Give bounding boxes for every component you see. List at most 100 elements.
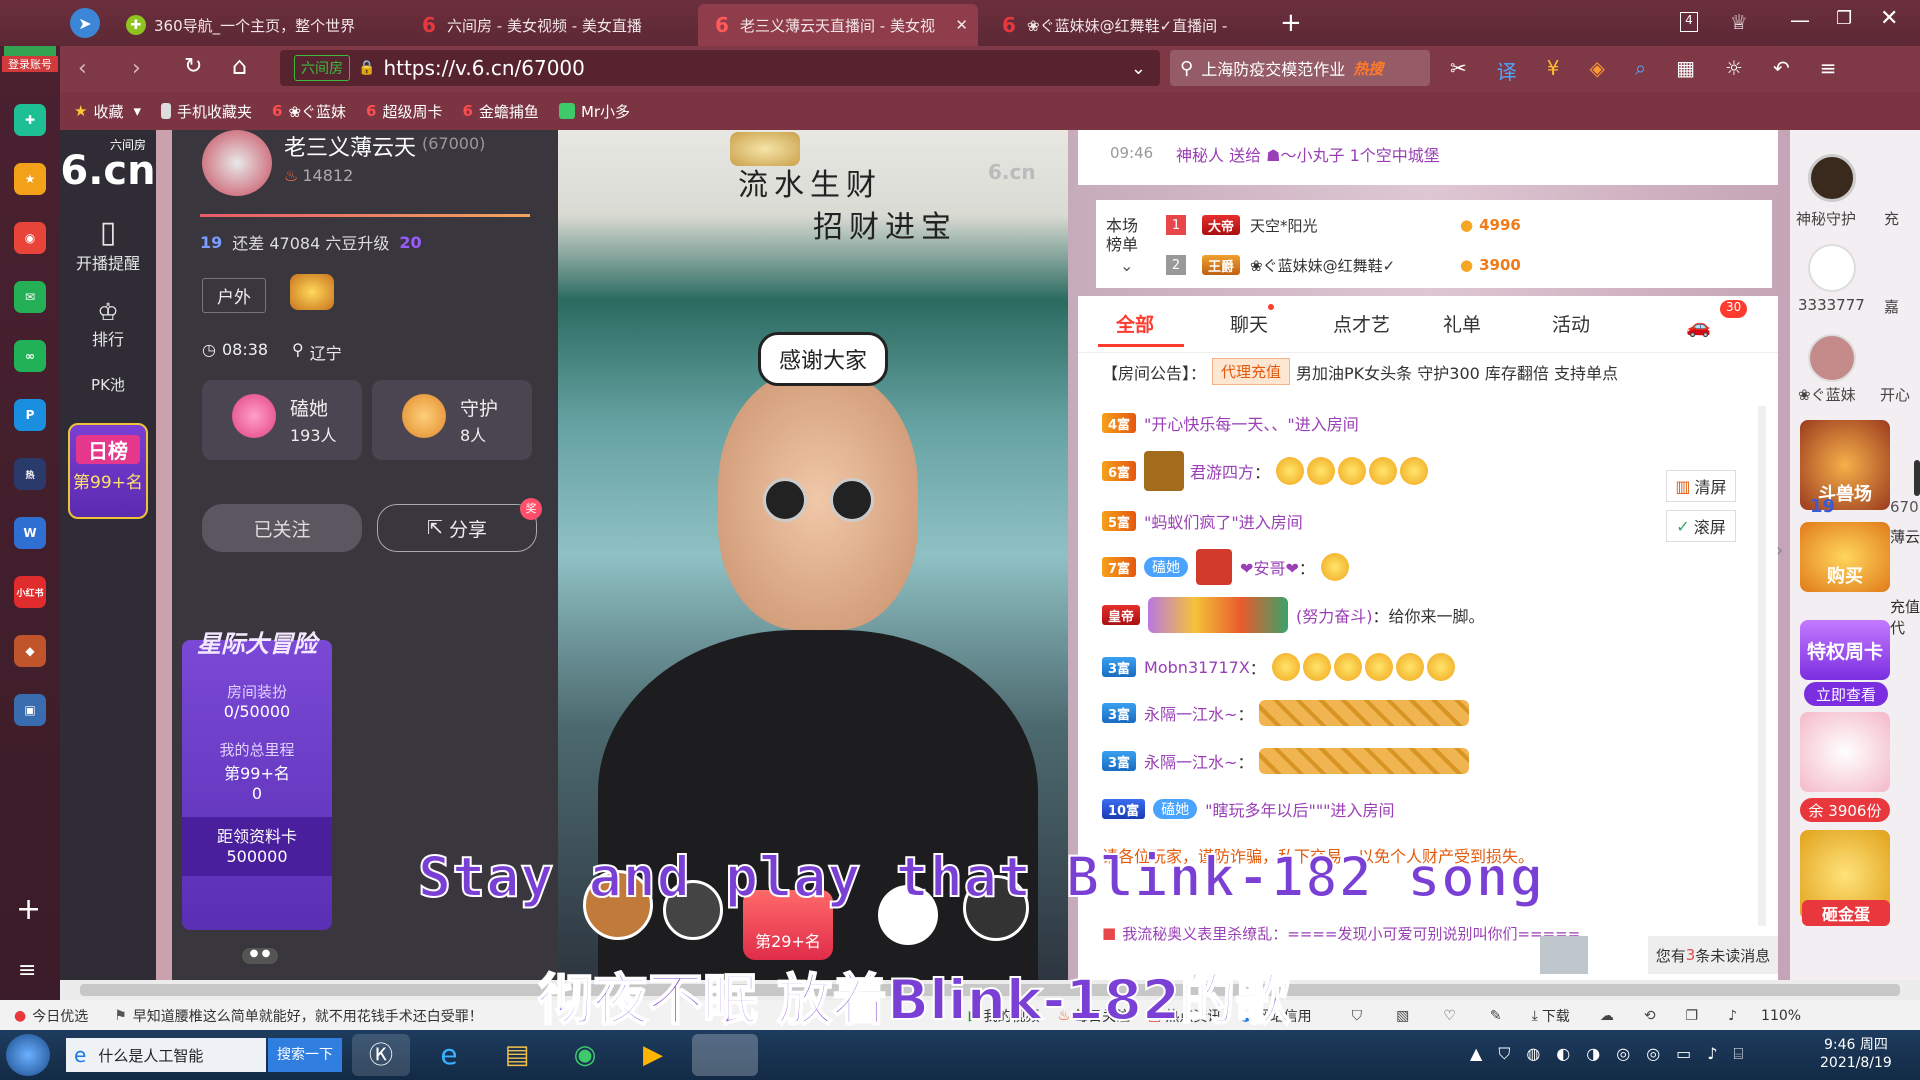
side-scrollbar[interactable] xyxy=(1914,460,1920,496)
tab-gifts[interactable]: 礼单 xyxy=(1443,310,1481,337)
status-news[interactable]: 早知道腰椎这么简单就能好，就不用花钱手术还白受罪！ xyxy=(133,1006,483,1026)
minimize-icon[interactable]: — xyxy=(1790,8,1810,32)
chevron-down-icon[interactable]: ⌄ xyxy=(1120,256,1133,275)
chain-icon[interactable]: ∞ xyxy=(14,340,46,372)
status-today[interactable]: 今日优选 xyxy=(32,1006,88,1026)
chat-user[interactable]: (努力奋斗) xyxy=(1296,603,1373,627)
game-icon[interactable]: ◆ xyxy=(14,635,46,667)
tray-app-icon[interactable]: ◑ xyxy=(1586,1044,1600,1064)
tag-outdoor[interactable]: 户外 xyxy=(202,278,266,313)
magnifier-icon[interactable]: ⌕ xyxy=(1635,56,1646,85)
avatar[interactable] xyxy=(202,130,272,196)
chat-user[interactable]: 君游四方 xyxy=(1190,459,1254,483)
start-button[interactable] xyxy=(6,1034,50,1076)
chat-user[interactable]: 永隔一江水~ xyxy=(1144,749,1237,773)
tray-network-icon[interactable]: ⌸ xyxy=(1734,1044,1744,1064)
shield-icon[interactable]: ⛉ xyxy=(1352,1008,1363,1024)
bookmark-mrxiaoduo[interactable]: Mr小多 xyxy=(558,101,630,122)
bookmark-weekcard[interactable]: 6 超级周卡 xyxy=(366,101,442,122)
grid-icon[interactable]: ▦ xyxy=(1676,56,1695,85)
scroll-button[interactable]: ✓ 滚屏 xyxy=(1666,510,1736,542)
tab-lanmei[interactable]: 6 ❀ぐ蓝妹妹@红舞鞋✓直播间 - xyxy=(985,4,1255,46)
collapse-icon[interactable]: › xyxy=(1776,540,1783,561)
news-icon[interactable]: 热 xyxy=(14,458,46,490)
new-tab-icon[interactable]: + xyxy=(1280,8,1302,38)
app-icon-1[interactable]: ✚ xyxy=(14,104,46,136)
word-icon[interactable]: W xyxy=(14,517,46,549)
bookmark-favorites[interactable]: ★ 收藏 ▾ xyxy=(74,101,141,122)
tray-up-icon[interactable]: ▲ xyxy=(1470,1044,1482,1064)
chat-user[interactable]: 永隔一江水~ xyxy=(1144,701,1237,725)
gamepad-icon[interactable]: ◈ xyxy=(1590,56,1605,85)
trophy-icon[interactable] xyxy=(290,274,334,310)
site-logo[interactable]: 六间房 6.cn xyxy=(60,136,156,191)
guard-avatar[interactable] xyxy=(1808,334,1856,382)
speaker-icon[interactable]: ♪ xyxy=(1728,1008,1737,1024)
mail-icon[interactable]: ✉ xyxy=(14,281,46,313)
search-icon[interactable]: ⚲ xyxy=(1180,58,1193,79)
scissors-icon[interactable]: ✂ xyxy=(1450,56,1467,85)
followed-button[interactable]: 已关注 xyxy=(202,504,362,552)
status-download[interactable]: 下载 xyxy=(1542,1006,1570,1026)
nav-remind[interactable]: ▯ 开播提醒 xyxy=(60,215,156,274)
guard-avatar[interactable] xyxy=(1808,154,1856,202)
login-label[interactable]: 登录账号 xyxy=(2,56,58,72)
zoom-level[interactable]: 110% xyxy=(1761,1008,1801,1024)
tab-all[interactable]: 全部 xyxy=(1116,310,1154,337)
tab-chat[interactable]: 聊天 xyxy=(1230,310,1268,337)
back-icon[interactable]: ‹ xyxy=(78,56,87,81)
send-icon[interactable]: ➤ xyxy=(70,8,100,38)
home-icon[interactable]: ⌂ xyxy=(232,52,247,80)
coin-icon[interactable]: ¥ xyxy=(1547,56,1560,85)
heart-icon[interactable]: ♡ xyxy=(1443,1008,1456,1024)
menu-icon[interactable]: ≡ xyxy=(1820,56,1837,85)
guard-avatar[interactable] xyxy=(1808,244,1856,292)
tab-talent[interactable]: 点才艺 xyxy=(1333,310,1390,337)
media-player-icon[interactable]: ▶ xyxy=(624,1034,682,1076)
tray-qq-icon[interactable]: ◎ xyxy=(1616,1044,1630,1064)
view-button[interactable]: 立即查看 xyxy=(1804,682,1888,706)
nav-rank[interactable]: ♔ 排行 xyxy=(60,298,156,350)
brush-icon[interactable]: ✎ xyxy=(1490,1008,1502,1024)
ie-taskbar-icon[interactable]: e xyxy=(420,1034,478,1076)
address-bar[interactable]: 六间房 🔒 https://v.6.cn/67000 ⌄ xyxy=(280,50,1160,86)
daily-rank[interactable]: 日榜 第99+名 xyxy=(68,423,148,519)
undo-icon[interactable]: ↶ xyxy=(1773,56,1790,85)
bookmark-lanmei[interactable]: 6 ❀ぐ蓝妹 xyxy=(272,101,346,122)
chat-scrollbar[interactable] xyxy=(1758,406,1766,926)
close-icon[interactable]: ✕ xyxy=(955,16,968,34)
p-app-icon[interactable]: P xyxy=(14,399,46,431)
forward-icon[interactable]: › xyxy=(132,56,141,81)
translate-icon[interactable]: 译 xyxy=(1497,56,1517,85)
share-button[interactable]: ⇱ 分享 xyxy=(377,504,537,552)
clock[interactable]: 9:46 周四 2021/8/19 xyxy=(1820,1036,1892,1072)
maximize-icon[interactable]: ❐ xyxy=(1836,8,1852,29)
taskbar-search-button[interactable]: 搜索一下 xyxy=(268,1038,342,1072)
window-icon[interactable]: ❐ xyxy=(1686,1008,1699,1024)
star-icon[interactable]: ★ xyxy=(14,163,46,195)
tab-count[interactable]: 4 xyxy=(1680,12,1698,32)
fans-card[interactable]: 磕她 193人 xyxy=(202,380,362,460)
tray-qq-icon[interactable]: ◎ xyxy=(1646,1044,1660,1064)
close-window-icon[interactable]: ✕ xyxy=(1880,6,1898,31)
taskbar-search[interactable]: e 什么是人工智能 xyxy=(66,1038,266,1072)
360-browser-icon[interactable]: ◉ xyxy=(556,1034,614,1076)
egg-button[interactable]: 砸金蛋 xyxy=(1802,900,1890,926)
car-icon[interactable]: 🚗 xyxy=(1686,314,1711,338)
unread-msg[interactable]: 您有 3 条未读消息 xyxy=(1648,936,1778,974)
lucky-cat-icon[interactable] xyxy=(1800,712,1890,792)
tray-app-icon[interactable]: ◐ xyxy=(1556,1044,1570,1064)
tray-volume-icon[interactable]: ♪ xyxy=(1707,1044,1717,1064)
nav-pk[interactable]: PK池 xyxy=(88,374,128,395)
image-icon[interactable]: ▧ xyxy=(1396,1008,1409,1024)
refresh-icon[interactable]: ↻ xyxy=(184,54,202,79)
tab-6cn[interactable]: 6 六间房 - 美女视频 - 美女直播 xyxy=(405,4,690,46)
bookmark-fish[interactable]: 6 金蟾捕鱼 xyxy=(462,101,538,122)
url-text[interactable]: https://v.6.cn/67000 xyxy=(383,56,584,80)
adventure-panel[interactable]: 星际大冒险 房间装扮 0/50000 我的总里程 第99+名 0 距领资料卡 5… xyxy=(182,630,332,930)
announcement-tag[interactable]: 代理充值 xyxy=(1212,358,1291,385)
chat-user[interactable]: Mobn31717X xyxy=(1144,658,1250,677)
folder-icon[interactable]: ▤ xyxy=(488,1034,546,1076)
search-input[interactable]: 上海防疫交模范作业 xyxy=(1201,56,1345,80)
cloud-icon[interactable]: ☁ xyxy=(1600,1008,1614,1024)
